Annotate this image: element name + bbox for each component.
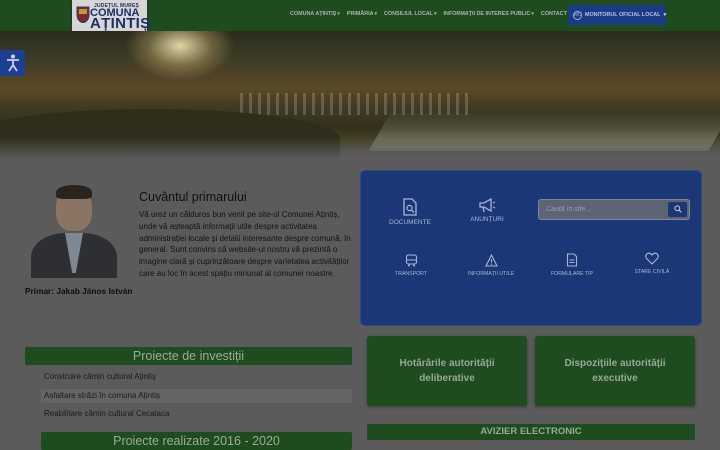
nav-comuna-label: COMUNA AȚINTIȘ <box>290 11 337 17</box>
hero-image <box>0 31 720 159</box>
monitor-oficial-button[interactable]: MO MONITORUL OFICIAL LOCAL ▾ <box>568 5 666 25</box>
service-transport-label: TRANSPORT <box>395 271 427 277</box>
document-search-icon <box>403 198 417 216</box>
service-anunturi-label: ANUNȚURI <box>470 216 504 223</box>
nav-contact-label: CONTACT <box>540 11 567 17</box>
chevron-down-icon: ▾ <box>663 12 667 18</box>
sun-glow <box>125 31 235 81</box>
mayor-hair <box>56 185 92 199</box>
mayor-name: Primar: Jakab János István <box>25 286 133 296</box>
nav-informatii-label: INFORMAȚII DE INTERES PUBLIC <box>443 11 531 17</box>
investment-item[interactable]: Construire cămin cultural Ațintiș <box>41 370 352 384</box>
service-informatii-label: INFORMAȚII UTILE <box>467 271 515 277</box>
dispozitiile-tile[interactable]: Dispozițiile autorității executive <box>535 336 695 406</box>
investments-title: Proiecte de investiții <box>25 347 352 365</box>
service-stare-civila[interactable]: STARE CIVILĂ <box>632 252 672 275</box>
nav-primaria[interactable]: PRIMĂRIA▾ <box>347 11 377 17</box>
hotararile-tile[interactable]: Hotărârile autorității deliberative <box>367 336 527 406</box>
site-search <box>538 199 690 220</box>
form-icon <box>566 253 578 267</box>
service-documente-label: DOCUMENTE <box>389 219 431 226</box>
nav-consiliul[interactable]: CONSILIUL LOCAL▾ <box>384 11 437 17</box>
coat-of-arms-icon <box>76 6 90 23</box>
heart-icon <box>645 252 659 265</box>
realized-projects-title[interactable]: Proiecte realizate 2016 - 2020 <box>41 432 352 450</box>
chevron-down-icon: ▾ <box>434 11 437 17</box>
hero-fade <box>0 137 720 159</box>
nav-contact[interactable]: CONTACT <box>541 11 567 17</box>
mayor-photo <box>25 185 123 278</box>
accessibility-icon <box>6 54 19 72</box>
service-documente[interactable]: DOCUMENTE <box>386 198 434 226</box>
chevron-down-icon: ▾ <box>531 11 534 17</box>
megaphone-icon <box>479 197 496 213</box>
chevron-down-icon: ▾ <box>374 11 378 17</box>
logo-commune-name: AȚINTIȘ <box>90 15 151 32</box>
welcome-text: Vă urez un călduros bun venit pe site-ul… <box>139 210 351 278</box>
service-informatii[interactable]: INFORMAȚII UTILE <box>466 254 516 277</box>
main-nav: COMUNA AȚINTIȘ▾ PRIMĂRIA▾ CONSILIUL LOCA… <box>290 11 567 17</box>
search-input[interactable] <box>539 200 667 219</box>
search-button[interactable] <box>668 202 687 217</box>
service-formulare-label: FORMULARE TIP <box>551 271 593 277</box>
monitor-icon: MO <box>573 10 583 20</box>
nav-primaria-label: PRIMĂRIA <box>346 11 374 17</box>
nav-informatii[interactable]: INFORMAȚII DE INTERES PUBLIC▾ <box>444 11 534 17</box>
nav-comuna[interactable]: COMUNA AȚINTIȘ▾ <box>290 11 340 17</box>
service-anunturi[interactable]: ANUNȚURI <box>464 197 510 223</box>
nav-consiliul-label: CONSILIUL LOCAL <box>384 11 434 17</box>
service-stare-civila-label: STARE CIVILĂ <box>634 269 670 275</box>
avizier-electronic[interactable]: AVIZIER ELECTRONIC <box>367 424 695 440</box>
investment-item[interactable]: Asfaltare străzi în comuna Ațintiș <box>41 389 352 403</box>
search-icon <box>673 205 682 213</box>
services-panel <box>360 170 702 326</box>
service-transport[interactable]: TRANSPORT <box>390 254 432 277</box>
bus-icon <box>405 254 417 267</box>
monitor-label: MONITORUL OFICIAL LOCAL <box>585 12 661 18</box>
investment-item[interactable]: Reabilitare cămin cultural Cecalaca <box>41 407 352 421</box>
accessibility-button[interactable] <box>0 50 25 76</box>
service-formulare[interactable]: FORMULARE TIP <box>549 253 595 277</box>
warning-icon <box>484 254 498 267</box>
chevron-down-icon: ▾ <box>337 11 340 17</box>
welcome-title: Cuvântul primarului <box>139 190 247 204</box>
